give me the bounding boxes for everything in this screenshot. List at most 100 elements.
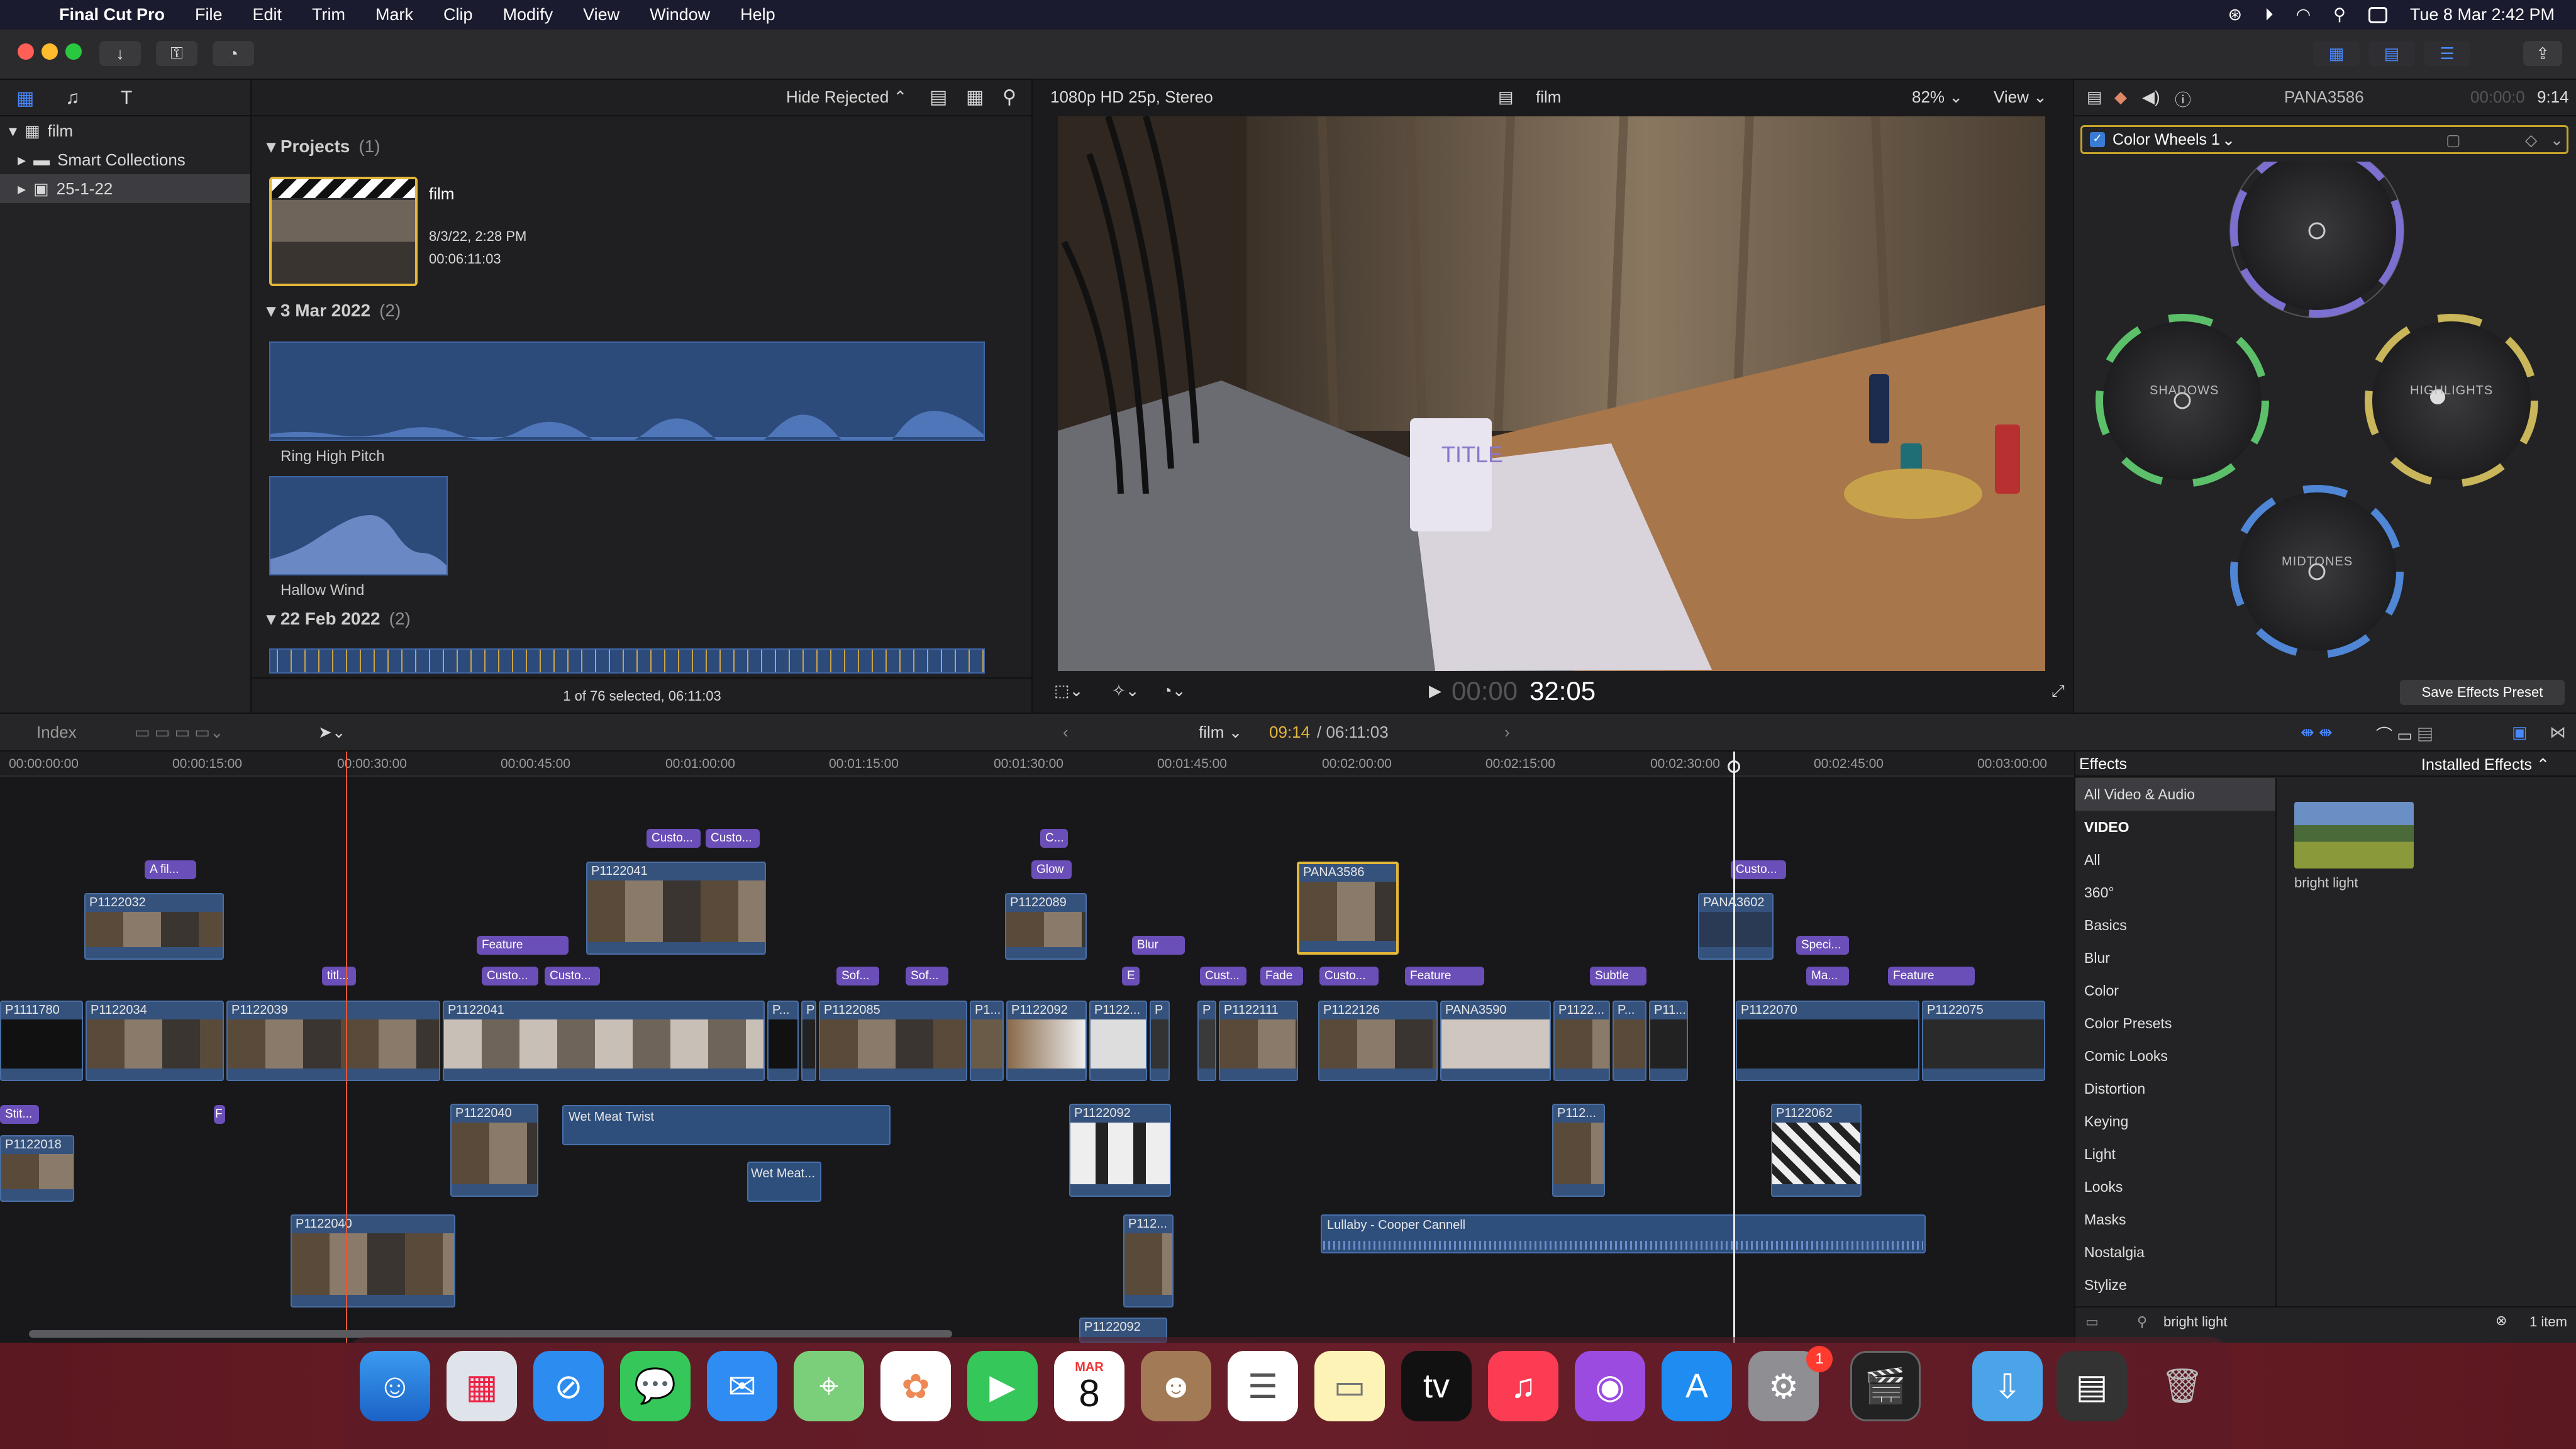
menu-modify[interactable]: Modify bbox=[503, 5, 553, 25]
storyline-clip[interactable]: P1122126 bbox=[1318, 1001, 1438, 1081]
wifi-icon[interactable]: ◠ bbox=[2296, 5, 2311, 25]
safari-icon[interactable]: ⊘ bbox=[533, 1351, 604, 1421]
photos-icon[interactable]: ✿ bbox=[880, 1351, 951, 1421]
title-clip[interactable]: Custo... bbox=[706, 829, 760, 848]
storyline-clip[interactable]: P1122034 bbox=[86, 1001, 224, 1081]
title-clip[interactable]: F bbox=[214, 1105, 225, 1124]
title-clip[interactable]: Feature bbox=[477, 936, 569, 955]
effects-category[interactable]: Nostalgia bbox=[2075, 1236, 2275, 1269]
storyline-clip[interactable]: P1122041 bbox=[443, 1001, 765, 1081]
view-popup[interactable]: View ⌄ bbox=[1994, 87, 2047, 107]
storyline-clip[interactable]: P1122... bbox=[1553, 1001, 1610, 1081]
title-clip[interactable]: titl... bbox=[322, 967, 356, 985]
effects-category[interactable]: All Video & Audio bbox=[2075, 778, 2275, 811]
storyline-clip[interactable]: P1122075 bbox=[1922, 1001, 2045, 1081]
connected-clip-selected[interactable]: PANA3586 bbox=[1297, 862, 1399, 955]
title-clip[interactable]: Sof... bbox=[836, 967, 879, 985]
mail-icon[interactable]: ✉ bbox=[707, 1351, 777, 1421]
zoom-window-button[interactable] bbox=[65, 43, 82, 60]
video-frame[interactable]: TITLE bbox=[1058, 116, 2045, 671]
keywords-button[interactable]: ⚿ bbox=[156, 41, 197, 66]
minimize-window-button[interactable] bbox=[42, 43, 58, 60]
apple-tv-icon[interactable]: tv bbox=[1401, 1351, 1472, 1421]
transitions-browser-icon[interactable]: ⋈ bbox=[2550, 723, 2566, 742]
save-effects-preset-button[interactable]: Save Effects Preset bbox=[2400, 680, 2565, 705]
menu-edit[interactable]: Edit bbox=[253, 5, 282, 25]
connected-clip[interactable]: P1122018 bbox=[0, 1135, 74, 1202]
clip-appearance-icon[interactable]: ▤ bbox=[930, 86, 947, 108]
effects-category[interactable]: Looks bbox=[2075, 1170, 2275, 1203]
audio-clip[interactable]: Lullaby - Cooper Cannell bbox=[1321, 1214, 1926, 1253]
audio-skimming-icon[interactable]: ⇼ ⇼ bbox=[2301, 723, 2333, 742]
effects-category[interactable]: All bbox=[2075, 843, 2275, 876]
play-circle-icon[interactable]: ⏵ bbox=[2265, 5, 2273, 25]
storyline-clip[interactable]: P bbox=[1197, 1001, 1216, 1081]
recent-screenshot-icon[interactable]: ▤ bbox=[2057, 1351, 2127, 1421]
messages-icon[interactable]: 💬 bbox=[620, 1351, 691, 1421]
storyline-clip[interactable]: P11... bbox=[1649, 1001, 1688, 1081]
title-clip[interactable]: Feature bbox=[1888, 967, 1975, 985]
title-clip[interactable]: Fade bbox=[1260, 967, 1303, 985]
maps-icon[interactable]: ⌖ bbox=[794, 1351, 864, 1421]
effects-category[interactable]: Stylize bbox=[2075, 1269, 2275, 1301]
title-clip[interactable]: Glow bbox=[1031, 860, 1072, 879]
group-projects[interactable]: ▾ Projects (1) bbox=[267, 136, 380, 157]
layout-inspector-button[interactable]: ☰ bbox=[2424, 41, 2470, 66]
effects-category[interactable]: Comic Looks bbox=[2075, 1040, 2275, 1072]
audio-clip-feb[interactable] bbox=[269, 648, 985, 674]
notes-icon[interactable]: ▭ bbox=[1314, 1351, 1385, 1421]
effects-browser-icon[interactable]: ▣ bbox=[2512, 723, 2528, 742]
title-clip[interactable]: Custo... bbox=[482, 967, 538, 985]
connected-clip[interactable]: P1122089 bbox=[1005, 893, 1087, 960]
search-icon[interactable]: ⚲ bbox=[1002, 86, 1016, 108]
disclosure-closed-icon[interactable]: ▸ bbox=[18, 179, 26, 199]
connected-clip[interactable]: P1122062 bbox=[1771, 1104, 1862, 1197]
title-clip[interactable]: Ma... bbox=[1806, 967, 1849, 985]
effects-category[interactable]: Distortion bbox=[2075, 1072, 2275, 1105]
effect-name[interactable]: Color Wheels 1 bbox=[2112, 131, 2220, 149]
title-clip[interactable]: Cust... bbox=[1200, 967, 1246, 985]
effects-category[interactable]: Color Presets bbox=[2075, 1007, 2275, 1040]
chevron-down-icon[interactable]: ⌄ bbox=[2550, 131, 2563, 150]
title-clip[interactable]: Subtle bbox=[1590, 967, 1646, 985]
audio-clip-hallow-wind[interactable] bbox=[269, 476, 448, 575]
edit-buttons-icon[interactable]: ▭ ▭ ▭ ▭⌄ bbox=[135, 723, 224, 742]
calendar-icon[interactable]: MAR 8 bbox=[1054, 1351, 1124, 1421]
finder-icon[interactable]: ☺ bbox=[360, 1351, 430, 1421]
video-inspector-icon[interactable]: ▤ bbox=[2087, 87, 2102, 107]
title-clip[interactable]: C... bbox=[1040, 829, 1068, 848]
title-clip[interactable]: Stit... bbox=[0, 1105, 39, 1124]
retime-icon[interactable]: ◔⌄ bbox=[1162, 681, 1186, 701]
menu-file[interactable]: File bbox=[195, 5, 223, 25]
timeline[interactable]: 00:00:00:00 00:00:15:00 00:00:30:00 00:0… bbox=[0, 752, 2074, 1343]
layout-timeline-button[interactable]: ▤ bbox=[2368, 41, 2415, 66]
back-arrow-icon[interactable]: ‹ bbox=[1063, 723, 1069, 742]
storyline-clip[interactable]: PANA3590 bbox=[1440, 1001, 1551, 1081]
menu-mark[interactable]: Mark bbox=[375, 5, 413, 25]
connected-clip[interactable]: P1122092 bbox=[1069, 1104, 1171, 1197]
chevron-down-icon[interactable]: ⌄ bbox=[2222, 131, 2235, 150]
final-cut-pro-icon[interactable]: 🎬 bbox=[1850, 1351, 1921, 1421]
storyline-clip[interactable]: P1122092 bbox=[1006, 1001, 1087, 1081]
title-clip[interactable]: E bbox=[1122, 967, 1140, 985]
podcasts-icon[interactable]: ◉ bbox=[1575, 1351, 1645, 1421]
launchpad-icon[interactable]: ▦ bbox=[447, 1351, 517, 1421]
menu-clock[interactable]: Tue 8 Mar 2:42 PM bbox=[2410, 5, 2555, 25]
disclosure-open-icon[interactable]: ▾ bbox=[9, 121, 17, 141]
menu-view[interactable]: View bbox=[583, 5, 619, 25]
layout-libraries-button[interactable]: ▦ bbox=[2313, 41, 2360, 66]
audio-clip-ring-high-pitch[interactable] bbox=[269, 341, 985, 453]
installed-effects-popup[interactable]: Installed Effects ⌃ bbox=[2421, 755, 2550, 774]
effects-search-input[interactable]: bright light bbox=[2163, 1314, 2228, 1330]
menu-window[interactable]: Window bbox=[650, 5, 710, 25]
storyline-clip[interactable]: P1122039 bbox=[226, 1001, 440, 1081]
storyline-clip[interactable]: P1122111 bbox=[1219, 1001, 1298, 1081]
titles-generators-icon[interactable]: T bbox=[121, 87, 132, 109]
connected-clip[interactable]: P112... bbox=[1123, 1214, 1174, 1307]
title-clip[interactable]: Sof... bbox=[906, 967, 948, 985]
storyline-clip[interactable]: P... bbox=[1613, 1001, 1646, 1081]
menu-trim[interactable]: Trim bbox=[312, 5, 345, 25]
trash-icon[interactable]: 🗑 bbox=[2147, 1351, 2218, 1421]
title-clip[interactable]: Custo... bbox=[545, 967, 600, 985]
connected-clip[interactable]: P1122041 bbox=[586, 862, 766, 955]
